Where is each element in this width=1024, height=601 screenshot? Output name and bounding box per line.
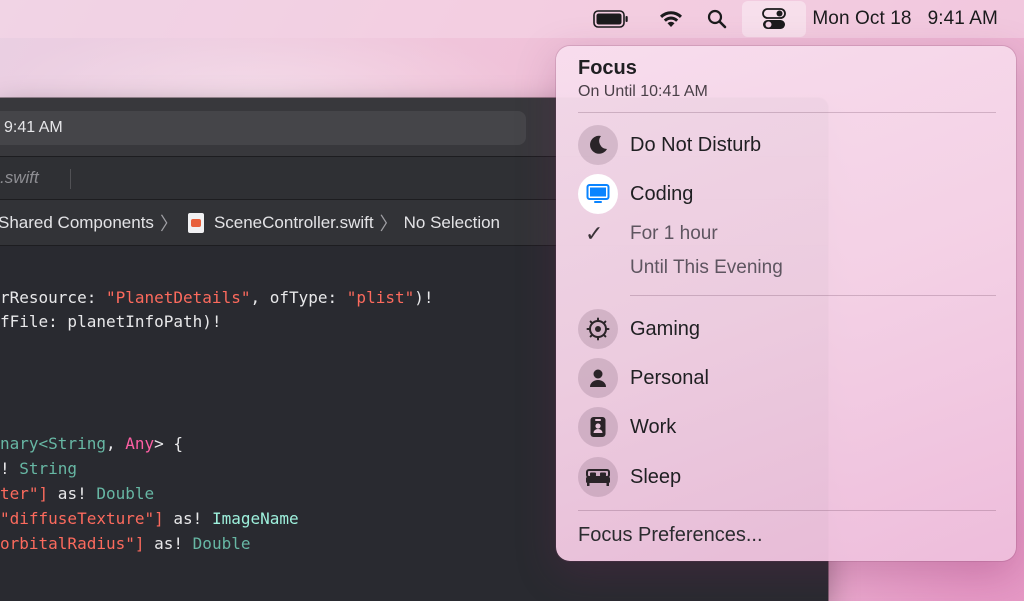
code-line: nary<String, Any> { bbox=[0, 434, 184, 453]
code-line: orbitalRadius"] as! Double bbox=[0, 534, 251, 553]
focus-mode-gaming[interactable]: Gaming bbox=[578, 309, 700, 349]
checkmark-icon: ✓ bbox=[585, 221, 604, 246]
search-icon[interactable] bbox=[702, 0, 732, 38]
coding-option-1-hour[interactable]: For 1 hour bbox=[630, 223, 718, 245]
focus-preferences-button[interactable]: Focus Preferences... bbox=[578, 524, 763, 547]
focus-mode-personal[interactable]: Personal bbox=[578, 358, 709, 398]
focus-mode-sleep[interactable]: Sleep bbox=[578, 457, 681, 497]
code-line: rResource: "PlanetDetails", ofType: "pli… bbox=[0, 288, 434, 307]
focus-mode-label: Gaming bbox=[630, 317, 701, 340]
battery-icon[interactable] bbox=[586, 0, 636, 38]
coding-option-until-evening[interactable]: Until This Evening bbox=[630, 257, 783, 279]
menubar-date[interactable]: Mon Oct 18 bbox=[812, 0, 911, 38]
chevron-right-icon: 〉 bbox=[159, 213, 178, 234]
tab-swift-file[interactable]: .swift bbox=[0, 168, 39, 188]
focus-mode-label: Sleep bbox=[630, 465, 682, 488]
breadcrumb-selection[interactable]: No Selection bbox=[404, 213, 500, 233]
swift-file-icon bbox=[187, 212, 204, 233]
monitor-icon bbox=[578, 174, 618, 214]
focus-mode-label: Coding bbox=[630, 182, 694, 205]
code-line: fFile: planetInfoPath)! bbox=[0, 312, 222, 331]
control-center-icon[interactable] bbox=[742, 1, 807, 37]
person-icon bbox=[578, 358, 618, 398]
activity-status: 9:41 AM bbox=[0, 111, 526, 145]
divider bbox=[578, 510, 996, 511]
wifi-icon[interactable] bbox=[654, 0, 688, 38]
breadcrumb-group[interactable]: Shared Components bbox=[0, 213, 154, 233]
code-line: ter"] as! Double bbox=[0, 484, 155, 503]
focus-mode-do-not-disturb[interactable]: Do Not Disturb bbox=[578, 125, 761, 165]
chevron-right-icon: 〉 bbox=[379, 213, 398, 234]
gear-icon bbox=[578, 309, 618, 349]
focus-panel: Focus On Until 10:41 AM Do Not Disturb C… bbox=[556, 46, 1016, 561]
bed-icon bbox=[578, 457, 618, 497]
focus-subtitle: On Until 10:41 AM bbox=[578, 83, 708, 100]
focus-mode-label: Work bbox=[630, 415, 677, 438]
menubar-time[interactable]: 9:41 AM bbox=[928, 0, 998, 38]
divider bbox=[630, 295, 996, 296]
activity-status-text: 9:41 AM bbox=[4, 119, 63, 136]
moon-icon bbox=[578, 125, 618, 165]
menu-bar: Mon Oct 18 9:41 AM bbox=[0, 0, 1024, 38]
focus-mode-label: Do Not Disturb bbox=[630, 133, 762, 156]
code-line: ! String bbox=[0, 459, 78, 478]
code-line: "diffuseTexture"] as! ImageName bbox=[0, 509, 299, 528]
breadcrumb-file[interactable]: SceneController.swift bbox=[214, 213, 374, 233]
focus-title[interactable]: Focus bbox=[578, 57, 637, 80]
focus-mode-coding[interactable]: Coding bbox=[578, 174, 693, 214]
tab-divider bbox=[70, 169, 71, 189]
badge-icon bbox=[578, 407, 618, 447]
divider bbox=[578, 112, 996, 113]
focus-mode-work[interactable]: Work bbox=[578, 407, 676, 447]
focus-mode-label: Personal bbox=[630, 366, 709, 389]
